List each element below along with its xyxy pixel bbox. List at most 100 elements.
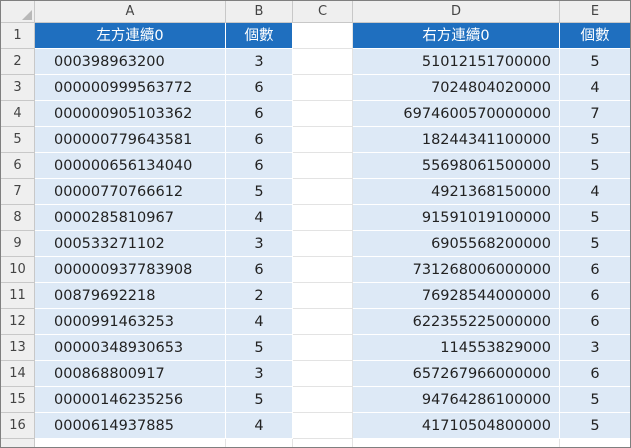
cell-left-count[interactable]: 5: [226, 179, 293, 205]
cell-right-zeros[interactable]: 94764286100000: [353, 387, 560, 413]
cell-row17-partial[interactable]: [226, 439, 293, 447]
row-header-2[interactable]: 2: [1, 49, 35, 75]
cell-right-count[interactable]: 5: [560, 413, 630, 439]
row-header-8[interactable]: 8: [1, 205, 35, 231]
cell-right-zeros[interactable]: 76928544000000: [353, 283, 560, 309]
cell-right-count[interactable]: 5: [560, 127, 630, 153]
cell-empty-c[interactable]: [293, 309, 353, 335]
cell-left-zeros[interactable]: 000533271102: [35, 231, 226, 257]
cell-left-count[interactable]: 3: [226, 49, 293, 75]
cell-left-count[interactable]: 4: [226, 205, 293, 231]
cell-empty-c[interactable]: [293, 361, 353, 387]
cell-left-count[interactable]: 6: [226, 75, 293, 101]
cell-right-count[interactable]: 5: [560, 153, 630, 179]
cell-empty-c[interactable]: [293, 49, 353, 75]
cell-empty-c[interactable]: [293, 127, 353, 153]
cell-row17-partial[interactable]: [560, 439, 630, 447]
cell-right-count[interactable]: 6: [560, 283, 630, 309]
cell-empty-c[interactable]: [293, 257, 353, 283]
row-header-11[interactable]: 11: [1, 283, 35, 309]
header-cell-right-zeros[interactable]: 右方連續0: [353, 23, 560, 49]
column-header-b[interactable]: B: [226, 1, 293, 23]
row-header-15[interactable]: 15: [1, 387, 35, 413]
row-header-16[interactable]: 16: [1, 413, 35, 439]
cell-empty-c[interactable]: [293, 101, 353, 127]
column-header-c[interactable]: C: [293, 1, 353, 23]
cell-right-count[interactable]: 4: [560, 75, 630, 101]
cell-empty-c[interactable]: [293, 153, 353, 179]
cell-left-zeros[interactable]: 000000656134040: [35, 153, 226, 179]
select-all-corner[interactable]: [1, 1, 35, 23]
row-header-12[interactable]: 12: [1, 309, 35, 335]
cell-left-zeros[interactable]: 0000614937885: [35, 413, 226, 439]
cell-right-zeros[interactable]: 55698061500000: [353, 153, 560, 179]
cell-empty-c[interactable]: [293, 387, 353, 413]
cell-left-zeros[interactable]: 000868800917: [35, 361, 226, 387]
cell-left-count[interactable]: 3: [226, 361, 293, 387]
cell-left-zeros[interactable]: 000000937783908: [35, 257, 226, 283]
cell-empty-c[interactable]: [293, 413, 353, 439]
row-header-1[interactable]: 1: [1, 23, 35, 49]
cell-left-count[interactable]: 6: [226, 153, 293, 179]
column-header-d[interactable]: D: [353, 1, 560, 23]
cell-row17-partial[interactable]: [293, 439, 353, 447]
cell-left-count[interactable]: 6: [226, 127, 293, 153]
cell-right-zeros[interactable]: 657267966000000: [353, 361, 560, 387]
row-header-6[interactable]: 6: [1, 153, 35, 179]
cell-c1[interactable]: [293, 23, 353, 49]
cell-left-zeros[interactable]: 0000285810967: [35, 205, 226, 231]
cell-empty-c[interactable]: [293, 179, 353, 205]
cell-left-count[interactable]: 6: [226, 257, 293, 283]
cell-right-count[interactable]: 5: [560, 387, 630, 413]
row-header-14[interactable]: 14: [1, 361, 35, 387]
cell-right-count[interactable]: 7: [560, 101, 630, 127]
cell-left-count[interactable]: 6: [226, 101, 293, 127]
cell-left-count[interactable]: 2: [226, 283, 293, 309]
cell-left-zeros[interactable]: 00879692218: [35, 283, 226, 309]
cell-left-zeros[interactable]: 00000770766612: [35, 179, 226, 205]
cell-left-zeros[interactable]: 000000905103362: [35, 101, 226, 127]
cell-right-count[interactable]: 4: [560, 179, 630, 205]
cell-right-count[interactable]: 6: [560, 309, 630, 335]
column-header-e[interactable]: E: [560, 1, 630, 23]
cell-empty-c[interactable]: [293, 283, 353, 309]
cell-right-zeros[interactable]: 7024804020000: [353, 75, 560, 101]
cell-row17-partial[interactable]: [353, 439, 560, 447]
cell-empty-c[interactable]: [293, 205, 353, 231]
cell-left-count[interactable]: 5: [226, 387, 293, 413]
cell-right-zeros[interactable]: 41710504800000: [353, 413, 560, 439]
cell-left-count[interactable]: 4: [226, 413, 293, 439]
cell-left-zeros[interactable]: 0000991463253: [35, 309, 226, 335]
row-header-13[interactable]: 13: [1, 335, 35, 361]
cell-empty-c[interactable]: [293, 231, 353, 257]
cell-right-zeros[interactable]: 6905568200000: [353, 231, 560, 257]
cell-right-zeros[interactable]: 4921368150000: [353, 179, 560, 205]
cell-right-count[interactable]: 3: [560, 335, 630, 361]
cell-right-count[interactable]: 5: [560, 49, 630, 75]
cell-right-zeros[interactable]: 6974600570000000: [353, 101, 560, 127]
cell-left-zeros[interactable]: 000398963200: [35, 49, 226, 75]
cell-empty-c[interactable]: [293, 75, 353, 101]
cell-right-zeros[interactable]: 91591019100000: [353, 205, 560, 231]
cell-left-zeros[interactable]: 000000999563772: [35, 75, 226, 101]
cell-right-zeros[interactable]: 622355225000000: [353, 309, 560, 335]
row-header-5[interactable]: 5: [1, 127, 35, 153]
cell-right-count[interactable]: 6: [560, 361, 630, 387]
row-header-7[interactable]: 7: [1, 179, 35, 205]
cell-left-count[interactable]: 3: [226, 231, 293, 257]
cell-right-zeros[interactable]: 51012151700000: [353, 49, 560, 75]
row-header-10[interactable]: 10: [1, 257, 35, 283]
row-header-9[interactable]: 9: [1, 231, 35, 257]
cell-left-zeros[interactable]: 00000348930653: [35, 335, 226, 361]
column-header-a[interactable]: A: [35, 1, 226, 23]
header-cell-right-count[interactable]: 個數: [560, 23, 630, 49]
cell-right-zeros[interactable]: 114553829000: [353, 335, 560, 361]
row-header-4[interactable]: 4: [1, 101, 35, 127]
header-cell-left-count[interactable]: 個數: [226, 23, 293, 49]
cell-right-count[interactable]: 5: [560, 205, 630, 231]
cell-right-count[interactable]: 6: [560, 257, 630, 283]
cell-right-zeros[interactable]: 731268006000000: [353, 257, 560, 283]
cell-empty-c[interactable]: [293, 335, 353, 361]
cell-left-count[interactable]: 5: [226, 335, 293, 361]
cell-row17-partial[interactable]: [35, 439, 226, 447]
